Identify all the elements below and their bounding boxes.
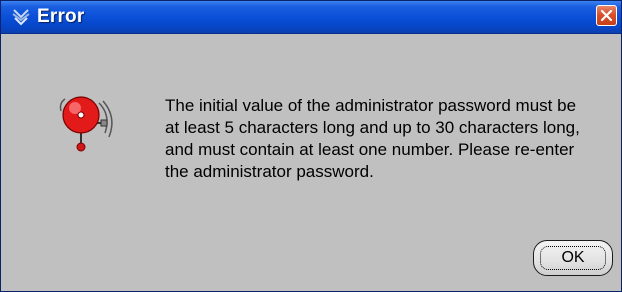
alarm-bell-icon [55, 89, 117, 155]
ok-button-label: OK [561, 249, 585, 266]
error-dialog: Error The initial value of the administr… [0, 0, 622, 292]
java-cup-icon [11, 8, 31, 26]
error-message: The initial value of the administrator p… [165, 96, 580, 181]
window-title: Error [37, 6, 85, 27]
close-button[interactable] [596, 5, 617, 26]
ok-button[interactable]: OK [533, 240, 613, 276]
title-bar[interactable]: Error [1, 1, 621, 34]
close-icon [600, 9, 613, 22]
